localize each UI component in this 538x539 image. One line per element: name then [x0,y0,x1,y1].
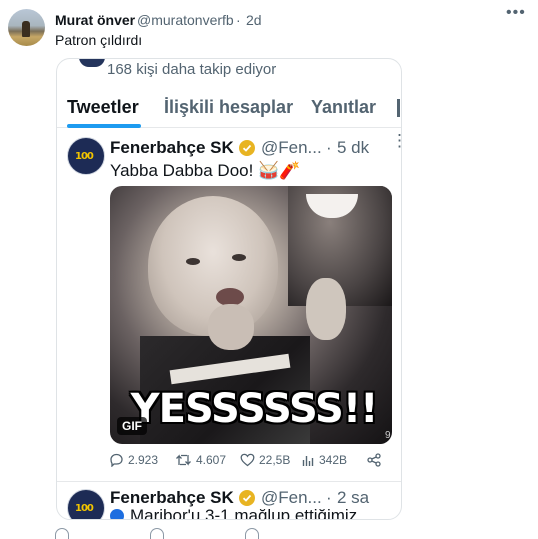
gif-tag: GIF [117,417,147,435]
tweet-author-name[interactable]: Fenerbahçe SK [110,138,234,158]
gif-media[interactable]: YESSSSSS!! GIF 9 [110,186,392,444]
gif-fist-left [208,304,254,350]
share-icon [367,453,381,467]
gif-fist-right [306,278,346,340]
tab-tweetler[interactable]: Tweetler [67,97,139,118]
gif-caption: YESSSSSS!! [130,386,379,432]
author-avatar[interactable] [8,9,45,46]
tab-overflow-edge [397,99,400,117]
profile-tabs: Tweetler İlişkili hesaplar Yanıtlar [57,87,401,128]
tweet-text: Maribor'u 3-1 mağlup ettiğimiz [110,506,358,520]
like-count: 22,5B [259,453,291,467]
reply-button[interactable]: 2.923 [109,453,158,467]
profile-avatar-partial [79,59,105,67]
gif-eye-left [186,258,200,265]
separator-dot: · [326,138,332,157]
reply-icon-partial[interactable] [55,528,69,539]
tweet-text-content: Maribor'u 3-1 mağlup ettiğimiz [130,506,358,520]
attached-screenshot[interactable]: 168 kişi daha takip ediyor Tweetler İliş… [56,58,402,520]
author-handle[interactable]: @muratonverfb [137,12,234,28]
verified-badge-icon [239,140,255,156]
heart-icon-partial[interactable] [245,528,259,539]
tweet-divider [57,481,401,482]
tweet-handle[interactable]: @Fen... [261,138,322,158]
share-button[interactable] [367,453,381,467]
bottom-action-bar-partial [55,528,355,539]
retweet-button[interactable]: 4.607 [175,453,226,467]
retweet-icon [176,454,191,466]
fenerbahce-avatar[interactable]: 100 [67,137,105,175]
post-time[interactable]: 2d [246,12,262,28]
separator-dot: · [236,12,241,28]
verified-badge-icon [239,490,255,506]
tweet-handle[interactable]: @Fen... [261,488,322,508]
author-name[interactable]: Murat önver [55,12,135,28]
tweet-text: Yabba Dabba Doo! 🥁🧨 [110,161,301,180]
fenerbahce-avatar[interactable]: 100 [67,489,105,519]
post-text: Patron çıldırdı [55,32,143,48]
avatar-figure [22,21,30,37]
avatar-logo-text: 100 [75,151,94,162]
tweet-author-name[interactable]: Fenerbahçe SK [110,488,234,508]
tweet-time[interactable]: 2 sa [337,488,369,508]
tweet-time[interactable]: 5 dk [337,138,369,158]
gif-corner-number: 9 [385,430,391,441]
ellipsis-icon[interactable]: ••• [506,4,526,22]
retweet-count: 4.607 [196,453,227,467]
reply-icon [110,453,123,467]
avatar-logo-text: 100 [75,503,94,514]
separator-dot: · [326,488,332,507]
tab-iliskili-hesaplar[interactable]: İlişkili hesaplar [164,97,293,118]
heart-icon [240,453,255,467]
gif-eye-right [232,254,246,261]
views-count: 342B [319,453,348,467]
like-button[interactable]: 22,5B [240,453,290,467]
views-chart-icon [302,455,314,466]
tweet-more-icon[interactable]: ⋮ [391,131,401,151]
tweet-post: Murat önver @muratonverfb · 2d ••• Patro… [0,0,538,539]
followers-text: 168 kişi daha takip ediyor [107,61,277,78]
retweet-icon-partial[interactable] [150,528,164,539]
blue-circle-icon [110,509,124,519]
tweet-actions: 2.923 4.607 22,5B 342B [109,453,399,473]
views-button[interactable]: 342B [302,453,347,467]
active-tab-indicator [67,124,141,128]
tab-yanitlar[interactable]: Yanıtlar [311,97,376,118]
reply-count: 2.923 [128,453,159,467]
